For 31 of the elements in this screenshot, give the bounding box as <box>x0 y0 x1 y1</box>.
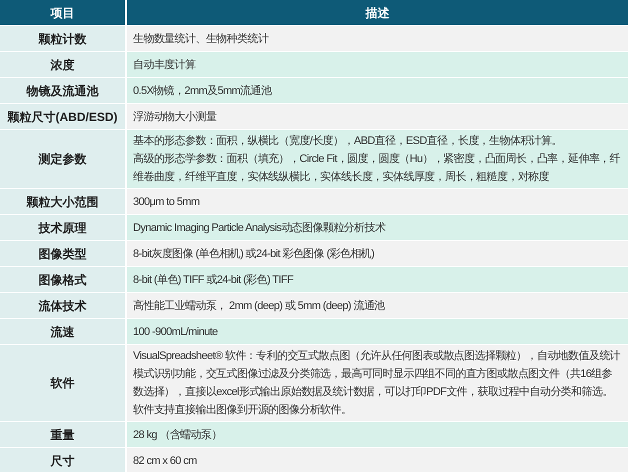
table-cell: 图像格式 <box>0 267 125 292</box>
cell-text: 300μm to 5mm <box>133 194 200 210</box>
cell-text: 8-bit (单色) TIFF 或24-bit (彩色) TIFF <box>133 272 294 288</box>
cell-text: 自动丰度计算 <box>133 58 196 72</box>
table-cell: 颗粒尺寸(ABD/ESD) <box>0 104 125 129</box>
table-cell: 流体技术 <box>0 293 125 318</box>
table-cell: 图像类型 <box>0 241 125 266</box>
cell-text: 100 -900mL/minute <box>133 324 219 340</box>
cell-text: VisualSpreadsheet® 软件：专利的交互式散点图（允许从任何图表或散点图选择颗粒），自动地数值及统计模式识别功能，交互式图像过滤及分类筛选，最高可同时显示四组不同的直方图或散点图文件（共16组参数选择），直接以excel形式输出原始数据及统计数据，可以打印PDF文件，获取过程中自动分类和筛选。软件支持直接输出图像到开源的图像分析软件。 <box>133 348 622 418</box>
table-cell: 流速 <box>0 319 125 344</box>
table-cell: 重量 <box>0 422 125 447</box>
table-cell: 软件 <box>0 345 125 421</box>
table-cell: 颗粒计数 <box>0 26 125 51</box>
cell-text: 0.5X物镜，2mm及5mm流通池 <box>133 84 273 98</box>
table-cell: 浓度 <box>0 52 125 77</box>
cell-text: 28 kg （含蠕动泵） <box>133 428 223 442</box>
table-cell: 颗粒大小范围 <box>0 189 125 214</box>
cell-text: 生物数量统计、生物种类统计 <box>133 32 270 46</box>
table-cell: 物镜及流通池 <box>0 78 125 103</box>
cell-text: 高级的形态学参数：面积（填充），Circle Fit，圆度，圆度（Hu），紧密度，凸面周长，凸率，延伸率，纤维卷曲度，纤维平直度，实体线纵横比，实体线长度，实体线厚度，周长，粗糙度，对称度 <box>133 152 622 185</box>
table-cell: 技术原理 <box>0 215 125 240</box>
table-cell: 尺寸 <box>0 448 125 472</box>
cell-text: 浮游动物大小测量 <box>133 110 218 124</box>
cell-text: 82 cm x 60 cm <box>133 454 198 468</box>
cell-text: 高性能工业蠕动泵， 2mm (deep) 或 5mm (deep) 流通池 <box>133 298 386 314</box>
column-header: 描述 <box>127 0 628 25</box>
table-cell: 测定参数 <box>0 130 125 188</box>
column-header: 项目 <box>0 0 125 25</box>
cell-text: 基本的形态参数：面积，纵横比（宽度/长度），ABD直径，ESD直径，长度，生物体积计算。 <box>133 134 563 149</box>
cell-text: Dynamic Imaging Particle Analysis动态图像颗粒分析技术 <box>133 220 386 236</box>
cell-text: 8-bit灰度图像 (单色相机) 或24-bit 彩色图像 (彩色相机) <box>133 246 376 262</box>
